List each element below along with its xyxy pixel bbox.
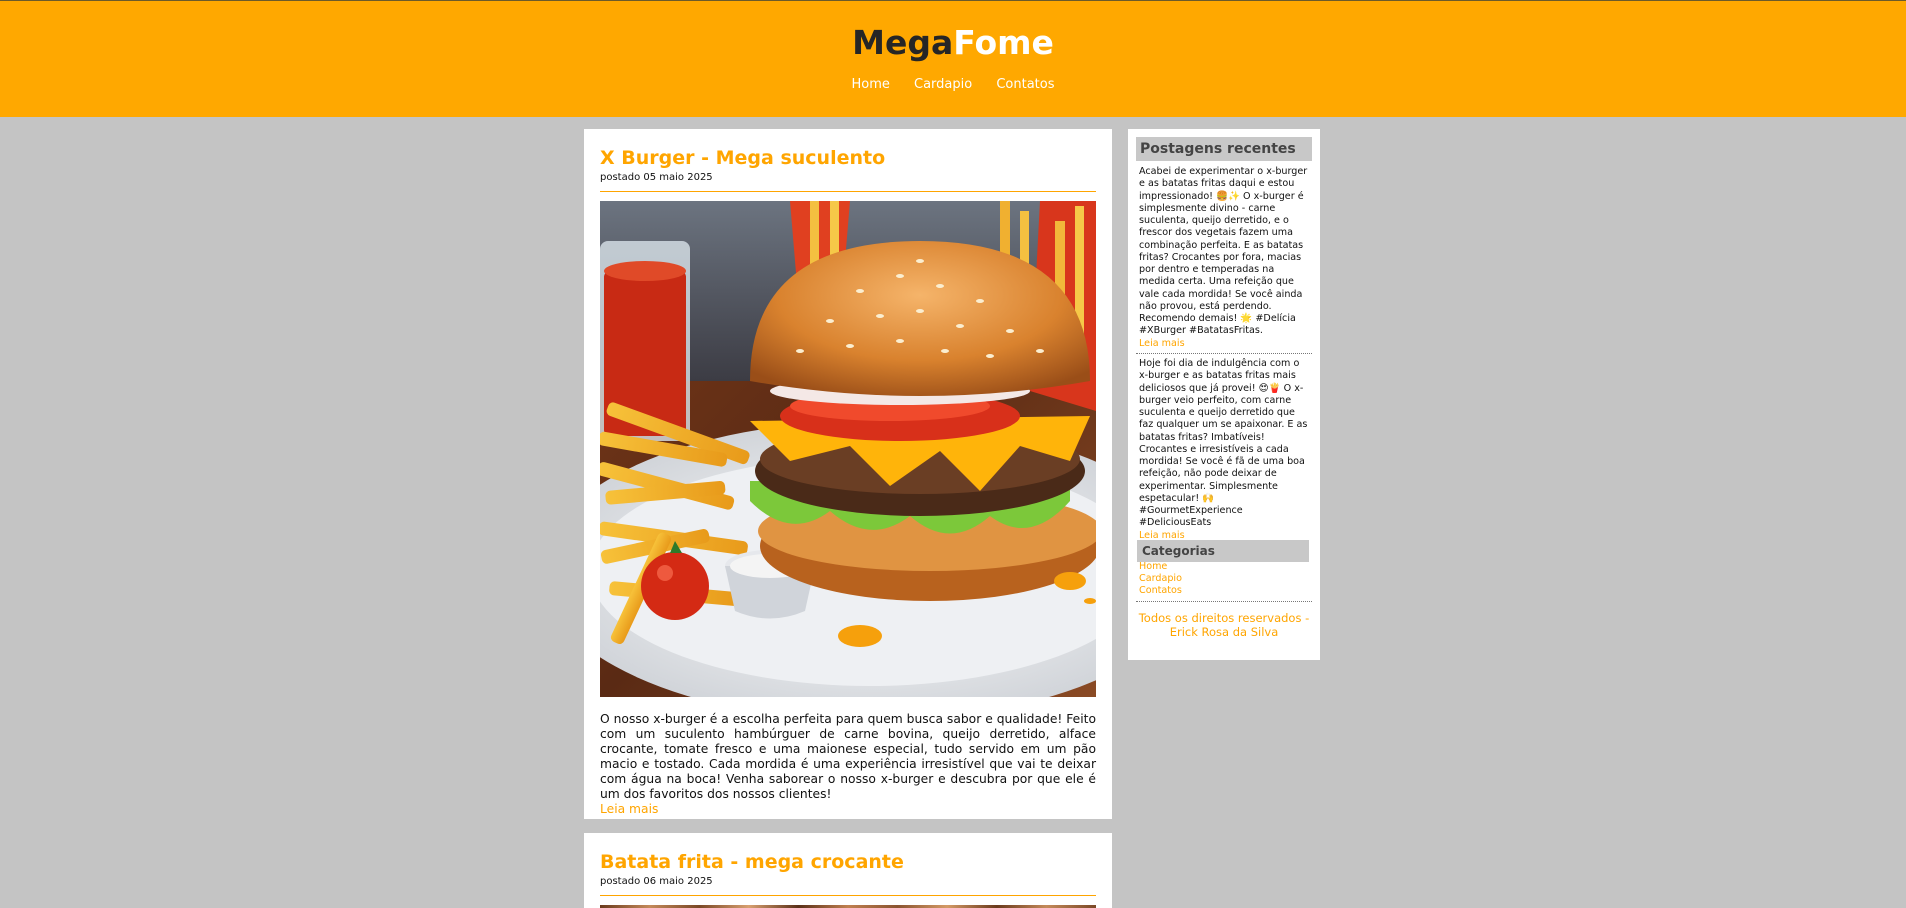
post-body: O nosso x-burger é a escolha perfeita pa…: [600, 712, 1096, 817]
read-more-link[interactable]: Leia mais: [600, 802, 1096, 817]
category-home[interactable]: Home: [1139, 561, 1182, 573]
post-date: postado 06 maio 2025: [600, 876, 713, 887]
nav-home[interactable]: Home: [851, 77, 889, 92]
post-card: Batata frita - mega crocante postado 06 …: [584, 833, 1112, 908]
recent-post-text: Acabei de experimentar o x-burger e as b…: [1139, 166, 1308, 337]
recent-posts-heading: Postagens recentes: [1136, 137, 1312, 161]
post-divider: [600, 191, 1096, 192]
category-cardapio[interactable]: Cardapio: [1139, 573, 1182, 585]
site-header: MegaFome Home Cardapio Contatos: [0, 1, 1906, 117]
recent-post-read-more[interactable]: Leia mais: [1139, 530, 1185, 541]
nav-cardapio[interactable]: Cardapio: [914, 77, 972, 92]
main-nav: Home Cardapio Contatos: [0, 75, 1906, 95]
post-title[interactable]: X Burger - Mega suculento: [600, 146, 885, 170]
categories-heading: Categorias: [1137, 540, 1309, 562]
post-date: postado 05 maio 2025: [600, 172, 713, 183]
recent-post-item: Acabei de experimentar o x-burger e as b…: [1139, 166, 1309, 350]
logo-part-mega: Mega: [852, 23, 954, 62]
nav-contatos[interactable]: Contatos: [996, 77, 1054, 92]
recent-post-read-more[interactable]: Leia mais: [1139, 338, 1185, 349]
post-text: O nosso x-burger é a escolha perfeita pa…: [600, 712, 1096, 801]
categories-list: Home Cardapio Contatos: [1139, 561, 1182, 597]
divider: [1136, 601, 1312, 602]
sidebar: Postagens recentes Acabei de experimenta…: [1128, 129, 1320, 660]
post-title[interactable]: Batata frita - mega crocante: [600, 850, 904, 874]
post-divider: [600, 895, 1096, 896]
footer-copyright: Todos os direitos reservados - Erick Ros…: [1138, 611, 1310, 639]
category-contatos[interactable]: Contatos: [1139, 585, 1182, 597]
post-card: X Burger - Mega suculento postado 05 mai…: [584, 129, 1112, 819]
recent-post-item: Hoje foi dia de indulgência com o x-burg…: [1139, 358, 1309, 542]
burger-image: [600, 201, 1096, 697]
recent-post-text: Hoje foi dia de indulgência com o x-burg…: [1139, 358, 1308, 529]
divider: [1136, 353, 1312, 354]
site-logo[interactable]: MegaFome: [0, 23, 1906, 63]
logo-part-fome: Fome: [953, 23, 1054, 62]
